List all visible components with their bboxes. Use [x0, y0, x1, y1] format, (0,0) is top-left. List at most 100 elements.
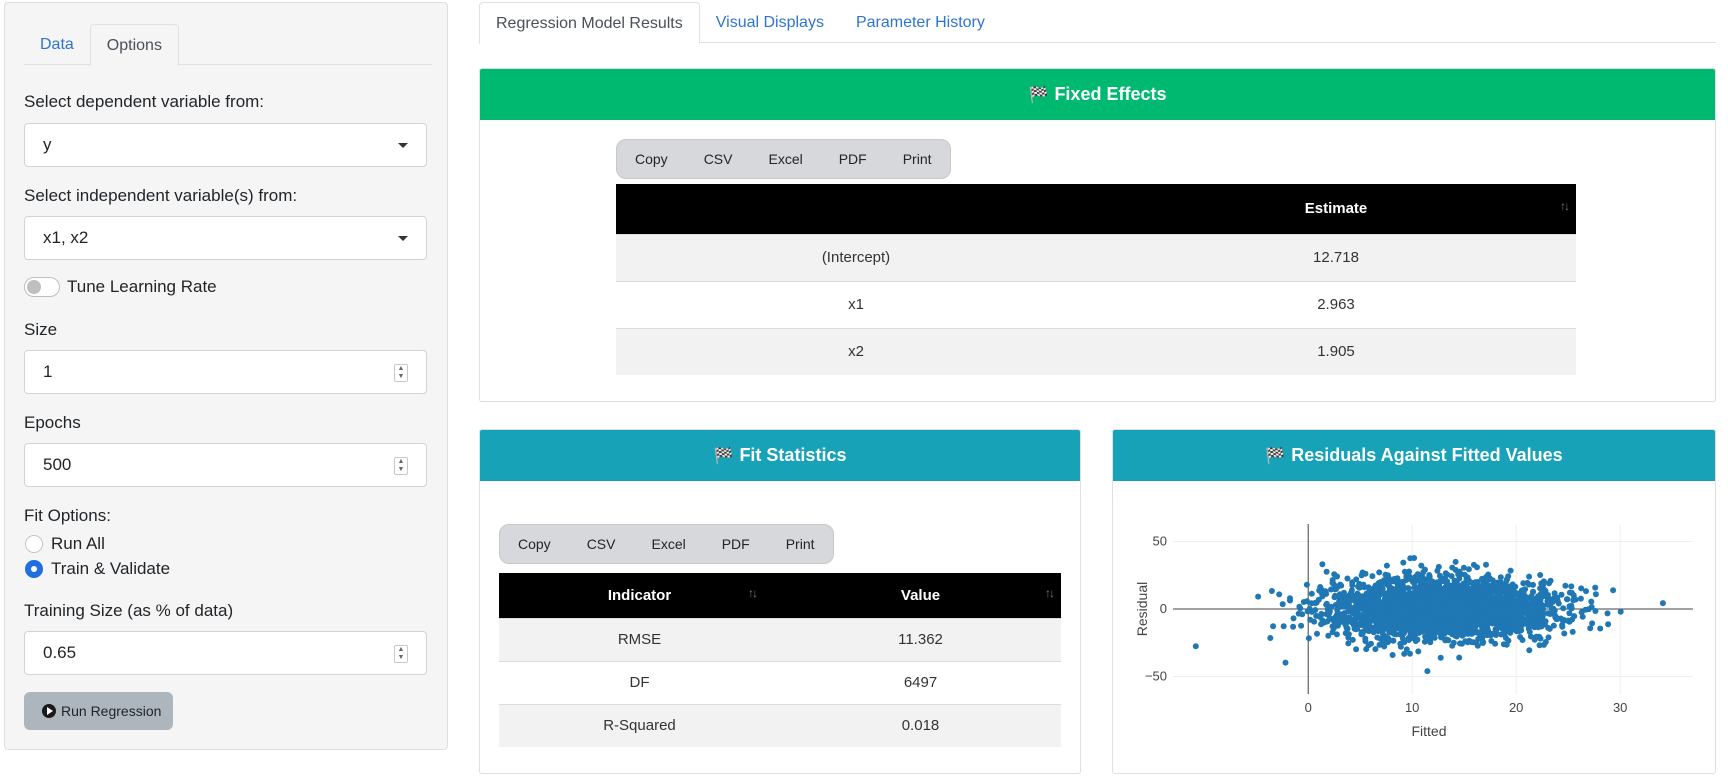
column-header-value[interactable]: Value ↑↓	[780, 573, 1061, 618]
residuals-scatter-plot[interactable]: 0 10 20 30 50 0 −50 Fitted Residual	[1133, 502, 1701, 752]
y-axis-title: Residual	[1134, 582, 1150, 636]
scatter-point	[1514, 603, 1521, 610]
copy-button[interactable]: Copy	[617, 151, 686, 167]
x-tick-label: 0	[1305, 700, 1312, 715]
scatter-point	[1298, 622, 1305, 629]
checkered-flag-icon: 🏁	[1265, 447, 1286, 465]
scatter-point	[1462, 630, 1469, 637]
scatter-point	[1468, 639, 1475, 646]
fixed-effects-title: Fixed Effects	[1054, 84, 1167, 104]
table-cell: x1	[616, 280, 1096, 328]
fit-statistics-header: 🏁 Fit Statistics	[480, 430, 1080, 481]
scatter-point	[1290, 615, 1297, 622]
scatter-point	[1391, 617, 1398, 624]
scatter-point	[1372, 646, 1379, 653]
size-input[interactable]: 1 ▲ ▼	[24, 350, 427, 394]
scatter-point	[1478, 587, 1485, 594]
scatter-point	[1605, 621, 1612, 628]
csv-button[interactable]: CSV	[569, 536, 634, 552]
scatter-point	[1478, 632, 1485, 638]
print-button[interactable]: Print	[768, 536, 833, 552]
scatter-point	[1568, 583, 1575, 590]
sort-icon[interactable]: ↑↓	[1045, 586, 1055, 600]
sort-icon[interactable]: ↑↓	[748, 586, 758, 600]
scatter-point	[1400, 627, 1406, 634]
table-row: x1 2.963	[616, 280, 1576, 328]
scatter-point	[1360, 617, 1367, 623]
scatter-point	[1328, 603, 1335, 610]
scatter-point	[1458, 601, 1465, 608]
scatter-point	[1506, 591, 1513, 598]
scatter-point	[1435, 602, 1442, 609]
sort-icon[interactable]: ↑↓	[1560, 199, 1570, 213]
scatter-point	[1617, 608, 1624, 615]
spinner-icon[interactable]: ▲ ▼	[394, 645, 408, 663]
training-size-input[interactable]: 0.65 ▲ ▼	[24, 631, 427, 675]
copy-button[interactable]: Copy	[500, 536, 569, 552]
radio-train-validate[interactable]: Train & Validate	[25, 559, 170, 579]
excel-button[interactable]: Excel	[633, 536, 703, 552]
dependent-variable-select[interactable]: y	[24, 123, 427, 167]
scatter-point	[1546, 580, 1552, 587]
table-cell: R-Squared	[499, 703, 780, 747]
scatter-point	[1517, 617, 1524, 624]
csv-button[interactable]: CSV	[686, 151, 751, 167]
column-header-estimate[interactable]: Estimate ↑↓	[1096, 184, 1576, 234]
radio-button[interactable]	[25, 535, 43, 553]
scatter-point	[1331, 594, 1338, 601]
training-size-value: 0.65	[43, 643, 77, 662]
scatter-point	[1488, 638, 1495, 644]
run-regression-button[interactable]: Run Regression	[24, 692, 173, 730]
scatter-point	[1319, 593, 1326, 600]
scatter-point	[1546, 599, 1553, 606]
scatter-point	[1535, 624, 1542, 631]
tab-visual-displays[interactable]: Visual Displays	[700, 2, 840, 43]
spinner-icon[interactable]: ▲ ▼	[394, 457, 408, 475]
scatter-point	[1530, 581, 1536, 588]
scatter-point	[1384, 626, 1391, 632]
column-header-name[interactable]	[616, 184, 1096, 234]
play-circle-icon	[42, 704, 56, 718]
y-tick-label: −50	[1145, 668, 1167, 683]
scatter-point	[1417, 621, 1424, 628]
spinner-icon[interactable]: ▲ ▼	[394, 364, 408, 382]
table-row: (Intercept) 12.718	[616, 233, 1576, 281]
tab-regression-model-results[interactable]: Regression Model Results	[479, 2, 700, 44]
scatter-point	[1461, 622, 1468, 629]
scatter-point	[1317, 584, 1324, 590]
scatter-point	[1267, 635, 1274, 641]
radio-run-all[interactable]: Run All	[25, 534, 105, 554]
column-header-indicator[interactable]: Indicator ↑↓	[499, 573, 780, 618]
scatter-point	[1381, 643, 1388, 650]
table-row: x2 1.905	[616, 327, 1576, 375]
independent-variable-select[interactable]: x1, x2	[24, 216, 427, 260]
tab-options[interactable]: Options	[89, 24, 179, 66]
column-header-indicator-label: Indicator	[607, 586, 672, 604]
scatter-point	[1437, 577, 1444, 584]
scatter-point	[1389, 652, 1396, 658]
excel-button[interactable]: Excel	[750, 151, 820, 167]
scatter-point	[1345, 640, 1352, 647]
print-button[interactable]: Print	[885, 151, 950, 167]
tab-parameter-history[interactable]: Parameter History	[840, 2, 1001, 43]
scatter-point	[1592, 584, 1599, 591]
scatter-point	[1358, 583, 1365, 590]
tab-data[interactable]: Data	[24, 24, 90, 65]
table-cell: 12.718	[1096, 233, 1576, 281]
pdf-button[interactable]: PDF	[704, 536, 768, 552]
radio-button[interactable]	[25, 560, 43, 578]
scatter-point	[1401, 639, 1408, 646]
scatter-point	[1381, 620, 1388, 627]
run-regression-label: Run Regression	[61, 703, 162, 719]
scatter-point	[1435, 563, 1442, 570]
scatter-point	[1548, 605, 1555, 612]
checkered-flag-icon: 🏁	[713, 447, 734, 465]
pdf-button[interactable]: PDF	[821, 151, 885, 167]
scatter-point	[1376, 579, 1383, 586]
tune-learning-rate-toggle[interactable]	[24, 277, 60, 297]
scatter-point	[1407, 650, 1413, 657]
scatter-point	[1382, 591, 1388, 598]
epochs-input[interactable]: 500 ▲ ▼	[24, 443, 427, 487]
scatter-point	[1338, 593, 1345, 600]
scatter-point	[1487, 632, 1494, 639]
